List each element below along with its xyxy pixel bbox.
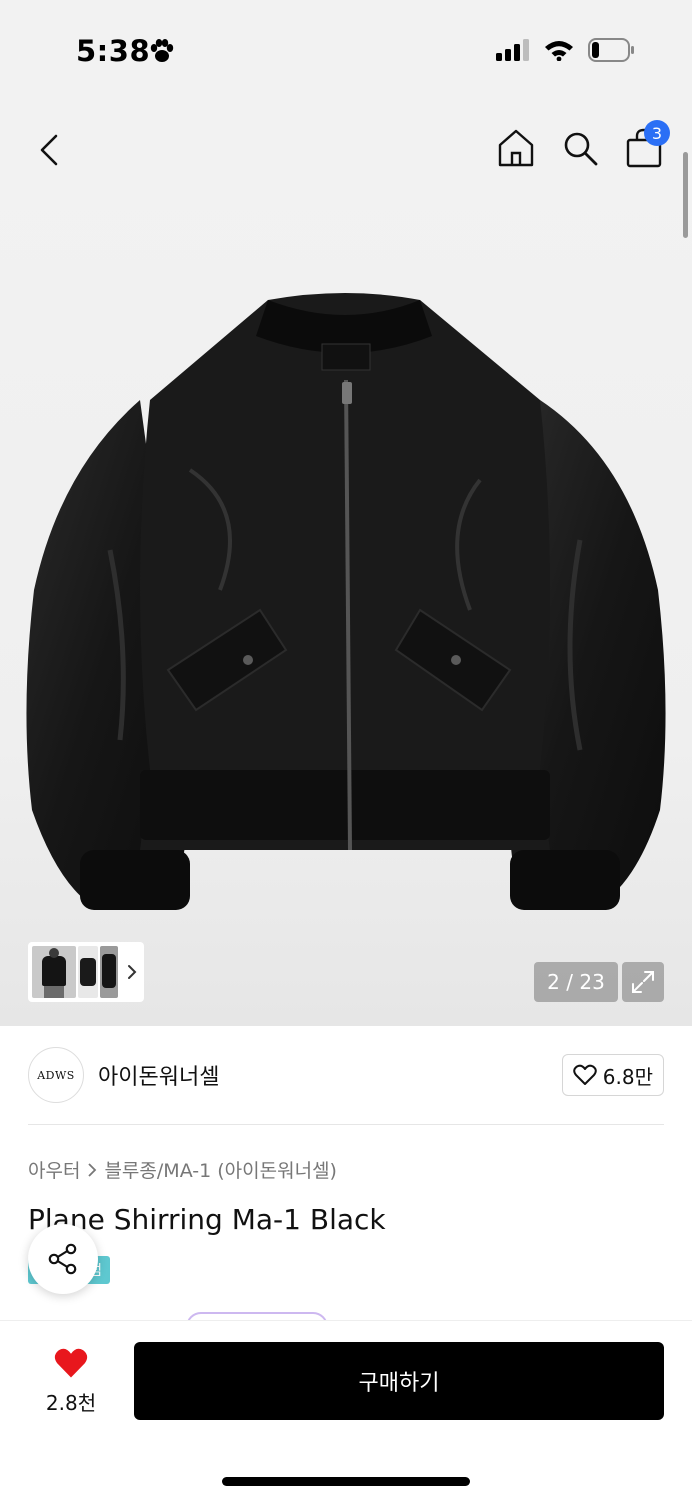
- search-button[interactable]: [560, 126, 600, 170]
- share-icon: [48, 1243, 77, 1275]
- chevron-right-icon: [88, 1162, 97, 1177]
- image-counter: 2 / 23: [534, 962, 618, 1002]
- cellular-signal-icon: [496, 39, 529, 61]
- chevron-right-icon: [128, 965, 137, 979]
- cart-button[interactable]: 3: [624, 120, 670, 170]
- top-nav-actions: 3: [496, 120, 670, 170]
- cart-count-badge: 3: [644, 120, 670, 146]
- wishlist-count: 2.8천: [45, 1391, 97, 1415]
- home-button[interactable]: [496, 126, 536, 170]
- thumbnail-1[interactable]: [32, 946, 76, 998]
- wishlist-button[interactable]: 2.8천: [36, 1347, 106, 1416]
- battery-icon: [588, 38, 634, 62]
- thumbnail-strip[interactable]: [28, 942, 144, 1002]
- wifi-icon: [545, 41, 573, 61]
- search-icon: [564, 132, 598, 166]
- brand-like-count: 6.8만: [602, 1064, 653, 1089]
- heart-outline-icon: [573, 1064, 597, 1085]
- heart-filled-icon: [54, 1348, 88, 1378]
- back-chevron-icon[interactable]: [30, 130, 70, 170]
- buy-button[interactable]: 구매하기: [134, 1342, 664, 1420]
- status-time: 5:38: [76, 34, 151, 68]
- scrollbar[interactable]: [683, 152, 688, 238]
- brand-row: ADWS 아이돈워너셀 6.8만: [28, 1044, 664, 1106]
- fullscreen-button[interactable]: [622, 962, 664, 1002]
- thumbnail-2[interactable]: [78, 946, 98, 998]
- home-indicator[interactable]: [222, 1477, 470, 1486]
- thumbnail-3[interactable]: [100, 946, 118, 998]
- expand-icon: [632, 971, 654, 993]
- brand-logo[interactable]: ADWS: [28, 1047, 84, 1103]
- bottom-action-bar: 2.8천 구매하기: [0, 1320, 692, 1500]
- paw-icon: [150, 39, 174, 62]
- share-button[interactable]: [28, 1224, 98, 1294]
- breadcrumb-category[interactable]: 아우터: [28, 1156, 80, 1183]
- home-icon: [498, 129, 534, 167]
- status-bar: 5:38: [0, 0, 692, 100]
- brand-like-button[interactable]: 6.8만: [561, 1054, 664, 1096]
- divider: [28, 1124, 664, 1125]
- status-icons: [496, 38, 634, 62]
- product-gallery[interactable]: 3 2 / 23: [0, 100, 692, 1026]
- brand-name[interactable]: 아이돈워너셀: [98, 1059, 219, 1091]
- breadcrumb-subcategory[interactable]: 블루종/MA-1 (아이돈워너셀): [104, 1156, 337, 1183]
- breadcrumb: 아우터 블루종/MA-1 (아이돈워너셀): [28, 1156, 337, 1183]
- product-image[interactable]: [20, 290, 672, 940]
